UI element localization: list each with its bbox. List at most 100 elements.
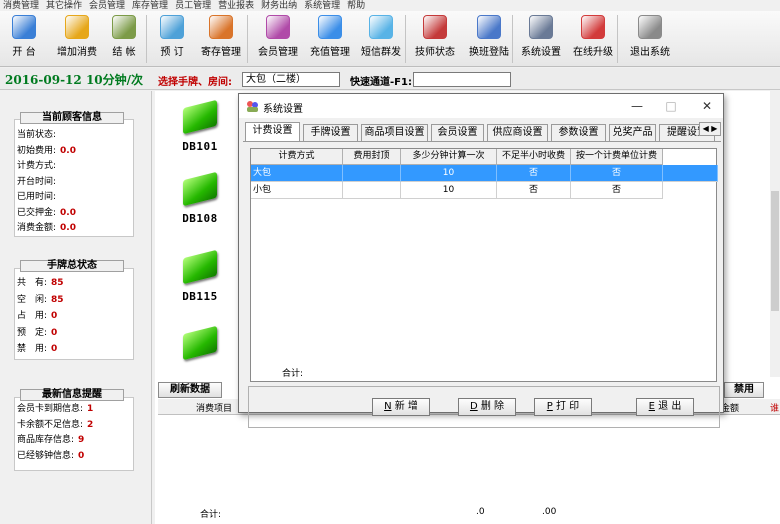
handcard-row: 禁 用: 0: [15, 341, 133, 358]
menu-item-0[interactable]: 消费管理: [3, 1, 39, 11]
toolbar-label: 预 订: [160, 47, 184, 58]
dialog-button-d[interactable]: D 删 除: [458, 398, 516, 416]
menu-bar: 消费管理 其它操作 会员管理 库存管理 员工管理 营业报表 财务出纳 系统管理 帮助: [0, 0, 780, 11]
room-tile[interactable]: DB115: [160, 249, 240, 303]
menu-item-4[interactable]: 员工管理: [175, 1, 211, 11]
menu-item-6[interactable]: 财务出纳: [261, 1, 297, 11]
toolbar-btn-1[interactable]: 增加消费: [52, 13, 102, 65]
tab-2[interactable]: 商品项目设置: [361, 124, 428, 141]
tab-3[interactable]: 会员设置: [431, 124, 484, 141]
toolbar-label: 退出系统: [630, 47, 670, 58]
toolbar: 开 台 增加消费 结 帐 预 订 寄存管理 会员管理 充值管理 短信群发 技师状态 换班登陆 系统设…: [0, 11, 780, 67]
toolbar-btn-6[interactable]: 充值管理: [305, 13, 355, 65]
room-tile[interactable]: [160, 325, 240, 366]
dialog-button-n[interactable]: N 新 增: [372, 398, 430, 416]
col-consumption-item: 消费项目: [196, 404, 233, 414]
menu-item-8[interactable]: 帮助: [347, 1, 365, 11]
tab-6[interactable]: 兑奖产品: [609, 124, 656, 141]
menu-item-3[interactable]: 库存管理: [132, 1, 168, 11]
toolbar-btn-8[interactable]: 技师状态: [410, 13, 460, 65]
dialog-button-p[interactable]: P 打 印: [534, 398, 592, 416]
customer-label: 计费方式:: [17, 161, 57, 171]
alerts-value: 2: [87, 419, 94, 430]
room-label: DB108: [182, 212, 218, 225]
alerts-value: 1: [87, 404, 94, 414]
room-tile[interactable]: DB101: [160, 99, 240, 153]
alerts-label: 会员卡到期信息:: [17, 404, 84, 414]
toolbar-label: 增加消费: [57, 47, 97, 58]
dialog-button-e[interactable]: E 退 出: [636, 398, 694, 416]
toolbar-btn-12[interactable]: 退出系统: [622, 13, 678, 65]
booking-icon: [160, 15, 184, 39]
room-area-scrollbar[interactable]: [770, 91, 780, 377]
date-rate: 2016-09-12 10分钟/次: [5, 73, 144, 87]
room-icon: [183, 171, 217, 207]
grid-cell[interactable]: 否: [497, 182, 571, 199]
menu-item-1[interactable]: 其它操作: [46, 1, 82, 11]
room-icon: [183, 99, 217, 135]
toolbar-btn-9[interactable]: 换班登陆: [464, 13, 514, 65]
room-tile[interactable]: DB108: [160, 171, 240, 225]
consumption-footer: 合计: .0 .00: [158, 507, 780, 521]
grid-header[interactable]: 费用封顶: [343, 149, 401, 165]
customer-label: 消费金额:: [17, 223, 57, 233]
tab-0[interactable]: 计费设置: [245, 122, 300, 141]
tab-scroll-arrows[interactable]: ◀ ▶: [699, 122, 721, 136]
toolbar-btn-11[interactable]: 在线升级: [570, 13, 616, 65]
toolbar-label: 会员管理: [258, 47, 298, 58]
members-icon: [266, 15, 290, 39]
grid-header[interactable]: 按一个计费单位计费: [571, 149, 663, 165]
grid-cell[interactable]: [343, 182, 401, 199]
tab-4[interactable]: 供应商设置: [487, 124, 548, 141]
alerts-label: 卡余额不足信息:: [17, 419, 84, 430]
ban-button[interactable]: 禁用: [724, 382, 764, 398]
menu-item-2[interactable]: 会员管理: [89, 1, 125, 11]
exit-icon: [638, 15, 662, 39]
toolbar-btn-3[interactable]: 预 订: [152, 13, 192, 65]
menu-item-5[interactable]: 营业报表: [218, 1, 254, 11]
footer-total-label: 合计:: [200, 510, 222, 520]
toolbar-btn-0[interactable]: 开 台: [4, 13, 44, 65]
room-select-input[interactable]: 大包（二楼）: [242, 72, 340, 87]
customer-row: 计费方式:: [15, 159, 133, 175]
quick-channel-input[interactable]: [413, 72, 511, 87]
toolbar-label: 技师状态: [415, 47, 455, 58]
customer-label: 开台时间:: [17, 176, 57, 187]
toolbar-btn-4[interactable]: 寄存管理: [196, 13, 246, 65]
toolbar-btn-10[interactable]: 系统设置: [516, 13, 566, 65]
grid-cell[interactable]: 大包: [251, 165, 343, 182]
handcard-status-panel: 共 有: 85 空 闲: 85 占 用: 0 预 定: 0 禁 用: 0: [14, 268, 134, 360]
customer-row: 当前状态:: [15, 128, 133, 144]
menu-item-7[interactable]: 系统管理: [304, 1, 340, 11]
alerts-title: 最新信息提醒: [20, 389, 124, 401]
toolbar-btn-5[interactable]: 会员管理: [252, 13, 304, 65]
refresh-button[interactable]: 刷新数据: [158, 382, 222, 398]
grid-cell[interactable]: 小包: [251, 182, 343, 199]
grid-cell[interactable]: 否: [571, 165, 663, 182]
tab-5[interactable]: 参数设置: [551, 124, 606, 141]
toolbar-btn-7[interactable]: 短信群发: [356, 13, 406, 65]
customer-value: 0.0: [60, 223, 76, 233]
grid-header[interactable]: 计费方式: [251, 149, 343, 165]
grid-cell[interactable]: [343, 165, 401, 182]
handcard-value: 85: [51, 294, 64, 305]
grid-cell[interactable]: 否: [571, 182, 663, 199]
toolbar-btn-2[interactable]: 结 帐: [102, 13, 146, 65]
grid-cell[interactable]: 10: [401, 165, 497, 182]
billing-grid: 计费方式 费用封顶 多少分钟计算一次 不足半小时收费 按一个计费单位计费 大包 10 否否小包…: [250, 148, 718, 382]
button-label: 新 增: [391, 401, 418, 412]
handcard-row: 占 用: 0: [15, 308, 133, 325]
grid-cell[interactable]: 10: [401, 182, 497, 199]
tab-1[interactable]: 手牌设置: [303, 124, 358, 141]
handcard-value: 0: [51, 327, 58, 338]
close-icon[interactable]: ✕: [695, 98, 719, 114]
grid-cell[interactable]: 否: [497, 165, 571, 182]
grid-header[interactable]: 不足半小时收费: [497, 149, 571, 165]
users-icon: [247, 101, 258, 112]
grid-header[interactable]: 多少分钟计算一次: [401, 149, 497, 165]
dialog-titlebar[interactable]: 系统设置 — □ ✕: [239, 94, 723, 118]
toolbar-label: 系统设置: [521, 47, 561, 58]
minimize-icon[interactable]: —: [625, 98, 649, 114]
maximize-icon[interactable]: □: [659, 98, 683, 114]
customer-info-title: 当前顾客信息: [20, 112, 124, 124]
